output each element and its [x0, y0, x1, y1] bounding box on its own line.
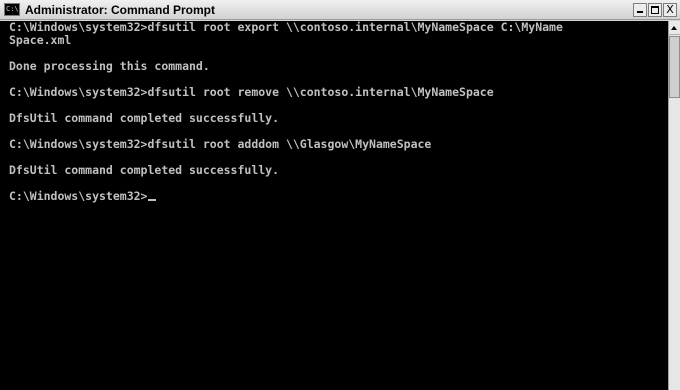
- console-line: C:\Windows\system32>dfsutil root remove …: [9, 86, 494, 99]
- console-line: DfsUtil command completed successfully.: [9, 164, 280, 177]
- console-line: Space.xml: [9, 34, 72, 47]
- command-prompt-window: C:\. Administrator: Command Prompt X C:\…: [0, 0, 680, 390]
- title-bar[interactable]: C:\. Administrator: Command Prompt X: [0, 0, 680, 20]
- minimize-button[interactable]: [633, 3, 647, 17]
- console-line: C:\Windows\system32>dfsutil root export …: [9, 21, 563, 34]
- scroll-thumb[interactable]: [669, 36, 680, 98]
- console-line: C:\Windows\system32>dfsutil root adddom …: [9, 138, 432, 151]
- console-line: DfsUtil command completed successfully.: [9, 112, 280, 125]
- window-title: Administrator: Command Prompt: [25, 3, 216, 17]
- console-output[interactable]: [0, 21, 668, 390]
- command-prompt-icon[interactable]: C:\.: [4, 3, 20, 16]
- close-button[interactable]: X: [663, 3, 677, 17]
- text-cursor: [148, 199, 157, 201]
- scroll-up-button[interactable]: [669, 21, 680, 35]
- maximize-button[interactable]: [648, 3, 662, 17]
- close-icon: X: [666, 3, 674, 16]
- console-line: Done processing this command.: [9, 60, 210, 73]
- console-prompt-line[interactable]: C:\Windows\system32>: [9, 190, 157, 203]
- maximize-icon: [651, 6, 659, 14]
- arrow-up-icon: [671, 26, 677, 30]
- vertical-scrollbar[interactable]: [668, 21, 680, 390]
- console-prompt: C:\Windows\system32>: [9, 190, 148, 203]
- minimize-icon: [637, 11, 643, 13]
